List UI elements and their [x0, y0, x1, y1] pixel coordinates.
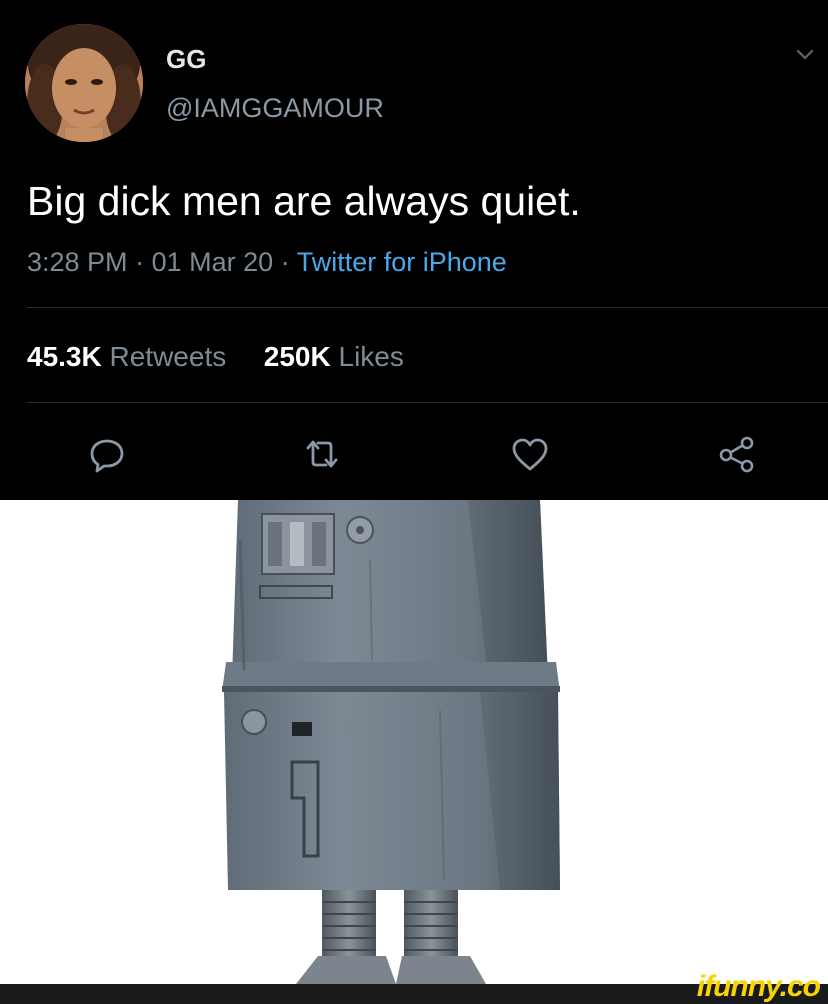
tweet-text: Big dick men are always quiet.: [27, 178, 581, 224]
tweet-time: 3:28 PM: [27, 247, 128, 277]
meta-separator: ·: [135, 247, 145, 277]
tweet-meta: 3:28 PM · 01 Mar 20 · Twitter for iPhone: [27, 247, 507, 278]
meta-separator: ·: [280, 247, 290, 277]
share-icon[interactable]: [715, 432, 759, 476]
heart-icon[interactable]: [508, 432, 552, 476]
retweet-icon[interactable]: [300, 432, 344, 476]
retweets-label: Retweets: [109, 341, 227, 372]
droid-image: [0, 500, 828, 984]
divider: [27, 402, 828, 403]
ifunny-watermark: ifunny.co: [696, 970, 821, 1003]
retweets-count: 45.3K: [27, 341, 102, 372]
reply-icon[interactable]: [85, 432, 129, 476]
tweet-stats: 45.3K Retweets 250K Likes: [27, 341, 404, 373]
retweets-stat[interactable]: 45.3K Retweets: [27, 341, 234, 372]
tweet-card: GG @IAMGGAMOUR Big dick men are always q…: [0, 0, 828, 500]
divider: [27, 307, 828, 308]
tweet-date: 01 Mar 20: [151, 247, 274, 277]
avatar[interactable]: [25, 24, 143, 142]
likes-stat[interactable]: 250K Likes: [264, 341, 404, 372]
likes-label: Likes: [338, 341, 404, 372]
display-name[interactable]: GG: [166, 44, 206, 75]
user-handle[interactable]: @IAMGGAMOUR: [166, 93, 384, 124]
tweet-source-link[interactable]: Twitter for iPhone: [297, 247, 507, 277]
chevron-down-icon[interactable]: [793, 42, 817, 66]
likes-count: 250K: [263, 341, 331, 372]
watermark-bar: ifunny.co: [0, 970, 828, 1004]
